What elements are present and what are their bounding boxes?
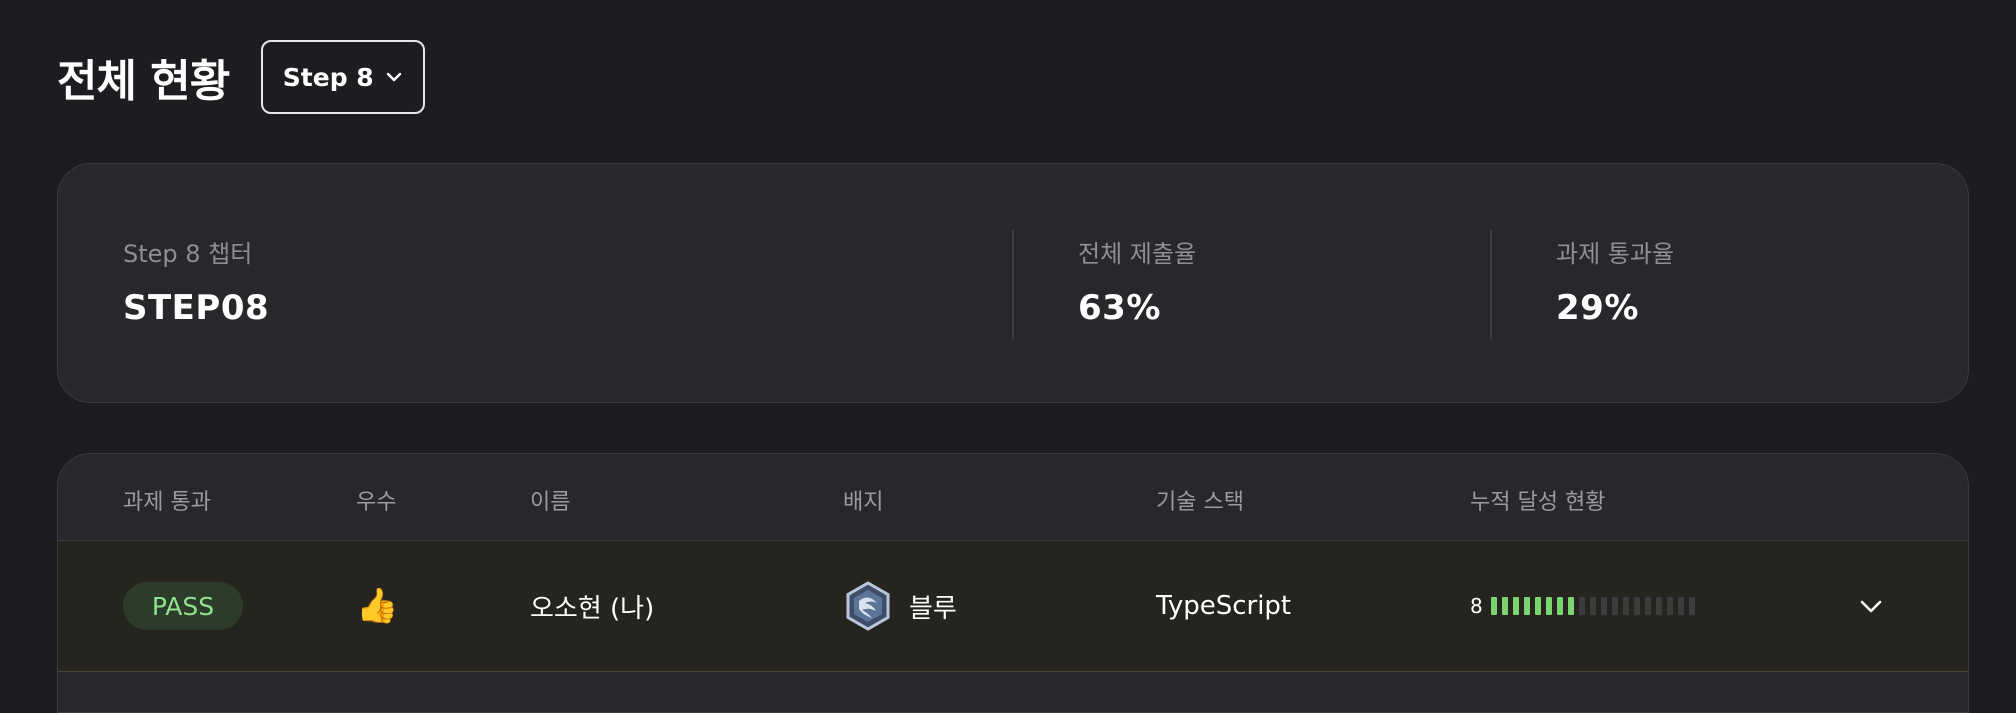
badge-cell: 블루 [843,541,957,671]
page-header: 전체 현황 Step 8 [57,39,426,115]
stat-divider [1490,230,1492,340]
progress-segment [1589,597,1596,615]
progress-segment [1688,597,1695,615]
progress-count: 8 [1470,594,1483,618]
blue-hexagon-badge-icon [846,581,890,631]
progress-segment [1644,597,1651,615]
progress-segment [1567,597,1574,615]
pass-cell: PASS [123,541,243,671]
chapter-label: Step 8 챕터 [123,240,253,268]
progress-segment [1633,597,1640,615]
status-table: 과제 통과 우수 이름 배지 기술 스택 누적 달성 현황 PASS 👍 오소현… [57,453,1969,713]
column-header-progress: 누적 달성 현황 [1470,490,1606,515]
table-row[interactable]: PASS 👍 오소현 (나) 블루 TypeScript 8 [58,541,1968,672]
summary-card: Step 8 챕터 STEP08 전체 제출율 63% 과제 통과율 29% [57,163,1969,403]
pass-rate-value: 29% [1556,288,1639,328]
progress-segment [1622,597,1629,615]
progress-segment [1600,597,1607,615]
submission-rate-value: 63% [1078,288,1161,328]
progress-segment [1578,597,1585,615]
progress-segment [1666,597,1673,615]
progress-segment [1677,597,1684,615]
tech-stack: TypeScript [1156,591,1292,621]
progress-bar [1490,597,1695,615]
stack-cell: TypeScript [1156,541,1291,671]
badge-name: 블루 [909,593,957,624]
pass-status-badge: PASS [123,582,243,630]
pass-rate-label: 과제 통과율 [1556,240,1675,268]
student-name: 오소현 (나) [530,593,655,624]
progress-segment [1490,597,1497,615]
progress-segment [1556,597,1563,615]
chevron-down-icon[interactable] [1856,591,1886,621]
stat-divider [1012,230,1014,340]
progress-segment [1501,597,1508,615]
submission-rate-label: 전체 제출율 [1078,240,1197,268]
step-select-dropdown[interactable]: Step 8 [261,40,426,114]
excellent-cell: 👍 [356,541,398,671]
progress-cell: 8 [1470,541,1695,671]
progress-segment [1512,597,1519,615]
progress-segment [1655,597,1662,615]
chapter-value: STEP08 [123,288,270,328]
step-select-label: Step 8 [282,62,374,92]
name-cell: 오소현 (나) [530,541,654,671]
progress-segment [1534,597,1541,615]
column-header-pass: 과제 통과 [123,490,211,515]
progress-segment [1523,597,1530,615]
expand-cell [1856,541,1886,671]
page-title: 전체 현황 [57,56,230,107]
progress-segment [1545,597,1552,615]
column-header-name: 이름 [530,490,571,515]
thumbs-up-icon: 👍 [356,586,399,626]
chevron-down-icon [386,72,401,82]
progress-segment [1611,597,1618,615]
column-header-badge: 배지 [843,490,884,515]
column-header-stack: 기술 스택 [1156,490,1244,515]
column-header-excellent: 우수 [356,490,397,515]
table-header: 과제 통과 우수 이름 배지 기술 스택 누적 달성 현황 [58,454,1968,541]
